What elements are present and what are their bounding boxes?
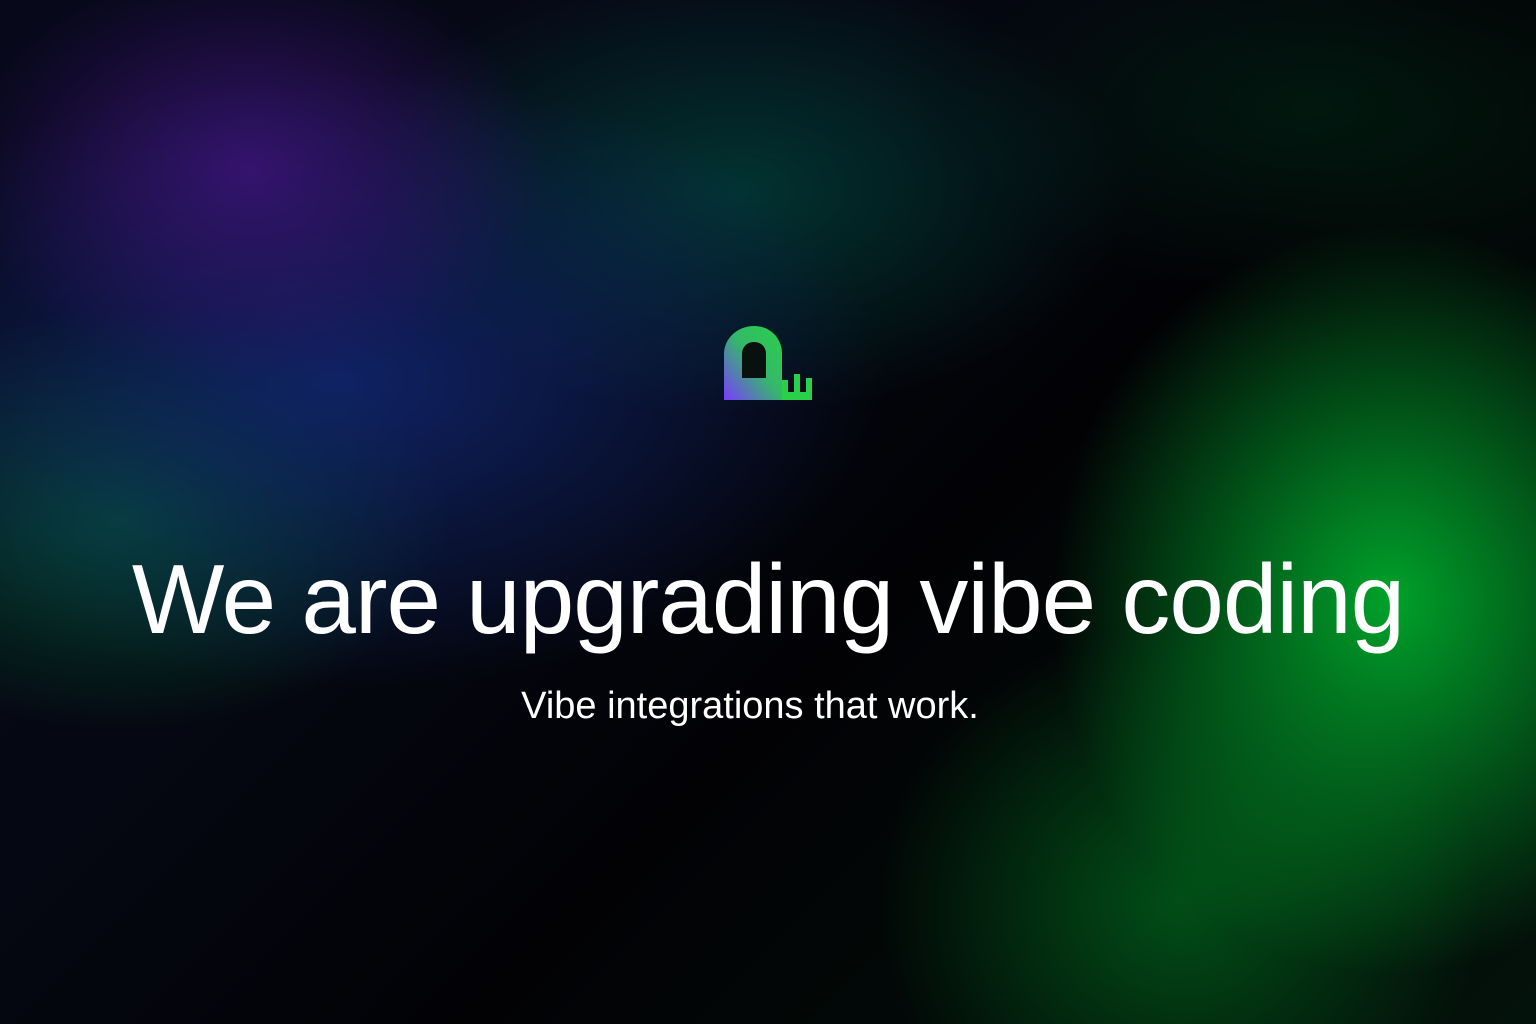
brand-logo-icon xyxy=(724,326,814,402)
hero-background: We are upgrading vibe coding Vibe integr… xyxy=(0,0,1536,1024)
subtitle: Vibe integrations that work. xyxy=(521,685,979,727)
page-title: We are upgrading vibe coding xyxy=(131,543,1405,654)
